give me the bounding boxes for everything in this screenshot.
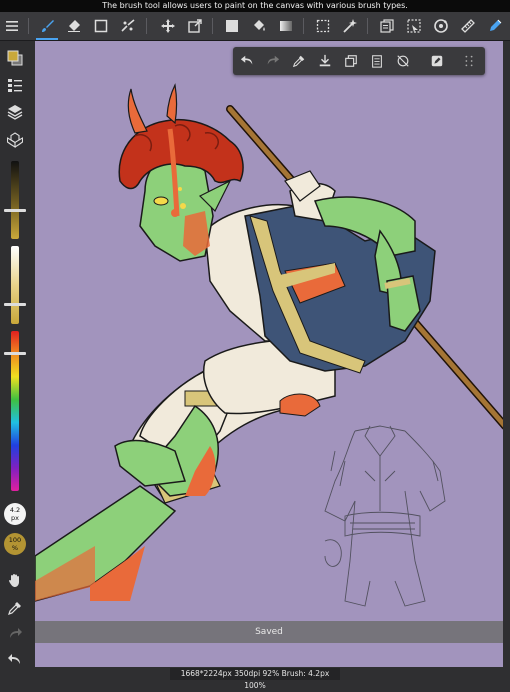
ruler-icon[interactable] bbox=[456, 12, 480, 40]
transform-icon[interactable] bbox=[183, 12, 207, 40]
quick-access-bar bbox=[233, 47, 485, 75]
opacity-unit: % bbox=[11, 544, 19, 552]
active-tool-indicator bbox=[36, 38, 58, 40]
opacity-value: 100 bbox=[8, 536, 22, 544]
color-swatch-icon[interactable] bbox=[4, 47, 26, 69]
paste-icon[interactable] bbox=[365, 47, 389, 75]
hue-handle[interactable] bbox=[4, 352, 26, 355]
move-icon[interactable] bbox=[156, 12, 180, 40]
opacity-handle[interactable] bbox=[4, 303, 26, 306]
eraser-icon[interactable] bbox=[62, 12, 86, 40]
opacity-slider[interactable] bbox=[11, 246, 19, 324]
canvas-status: 1668*2224px 350dpi 92% Brush: 4.2px 100% bbox=[170, 668, 340, 690]
saved-toast: Saved bbox=[35, 621, 503, 643]
redo-icon[interactable] bbox=[261, 47, 285, 75]
select-icon[interactable] bbox=[311, 12, 335, 40]
undo-icon[interactable] bbox=[235, 47, 259, 75]
opacity-badge[interactable]: 100 % bbox=[4, 533, 26, 555]
tool-tooltip: The brush tool allows users to paint on … bbox=[0, 0, 510, 12]
hue-slider[interactable] bbox=[11, 331, 19, 491]
lasso-fill-icon[interactable] bbox=[116, 12, 140, 40]
brush-size-slider[interactable] bbox=[11, 161, 19, 239]
bucket-icon[interactable] bbox=[247, 12, 271, 40]
eyedropper-icon[interactable] bbox=[287, 47, 311, 75]
artwork bbox=[35, 83, 503, 607]
download-icon[interactable] bbox=[313, 47, 337, 75]
copy-layers-icon[interactable] bbox=[375, 12, 399, 40]
left-sidebar: 4.2 px 100 % bbox=[0, 41, 30, 680]
brush-size-handle[interactable] bbox=[4, 209, 26, 212]
duplicate-icon[interactable] bbox=[339, 47, 363, 75]
selection-layer-icon[interactable] bbox=[402, 12, 426, 40]
magic-wand-icon[interactable] bbox=[338, 12, 362, 40]
menu-icon[interactable] bbox=[0, 12, 24, 40]
undo-side-icon[interactable] bbox=[4, 649, 26, 671]
rotate-view-icon[interactable] bbox=[429, 12, 453, 40]
fill-color-icon[interactable] bbox=[220, 12, 244, 40]
edit-icon[interactable] bbox=[425, 47, 449, 75]
drawing-canvas[interactable] bbox=[35, 41, 503, 667]
redo-side-icon[interactable] bbox=[4, 623, 26, 645]
layers-icon[interactable] bbox=[4, 101, 26, 123]
gradient-icon[interactable] bbox=[274, 12, 298, 40]
layer-properties-icon[interactable] bbox=[4, 74, 26, 96]
pen-tool-icon[interactable] bbox=[483, 12, 507, 40]
shape-icon[interactable] bbox=[89, 12, 113, 40]
eyedropper-icon[interactable] bbox=[4, 597, 26, 619]
main-toolbar bbox=[0, 12, 510, 41]
no-snap-icon[interactable] bbox=[391, 47, 415, 75]
brush-size-value: 4.2 bbox=[9, 506, 21, 514]
brush-icon[interactable] bbox=[36, 12, 60, 40]
grid-icon[interactable] bbox=[457, 47, 481, 75]
hand-icon[interactable] bbox=[4, 569, 26, 591]
materials-icon[interactable] bbox=[4, 129, 26, 151]
brush-size-badge[interactable]: 4.2 px bbox=[4, 503, 26, 525]
brush-size-unit: px bbox=[11, 514, 19, 522]
